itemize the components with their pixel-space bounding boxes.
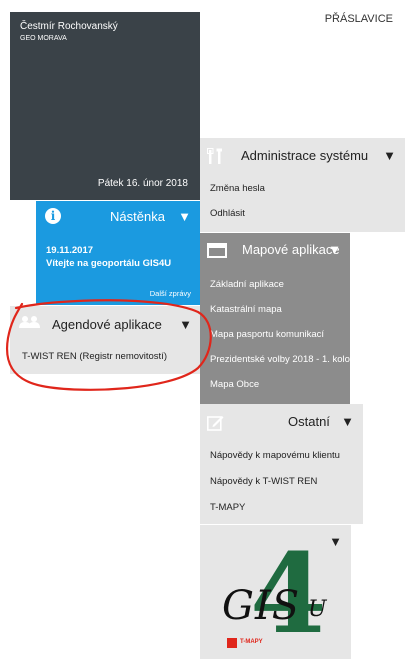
user-organization: GEO MORAVA bbox=[20, 35, 67, 42]
menu-item-change-password[interactable]: Změna hesla bbox=[210, 183, 265, 194]
noticeboard-tile: i Nástěnka ▼ 19.11.2017 Vítejte na geopo… bbox=[36, 201, 200, 305]
menu-item-presidential-election-map[interactable]: Prezidentské volby 2018 - 1. kolo bbox=[210, 354, 350, 365]
municipality-name: PŘÁSLAVICE bbox=[324, 13, 393, 25]
menu-item-map-client-help[interactable]: Nápovědy k mapovému klientu bbox=[210, 450, 340, 461]
map-applications-tile: Mapové aplikace ▼ Základní aplikace Kata… bbox=[200, 233, 350, 404]
menu-item-basic-application[interactable]: Základní aplikace bbox=[210, 279, 284, 290]
menu-item-road-passport-map[interactable]: Mapa pasportu komunikací bbox=[210, 329, 324, 340]
other-tile: Ostatní ▼ Nápovědy k mapovému klientu Ná… bbox=[200, 404, 363, 524]
logo-u-text: U bbox=[308, 597, 327, 622]
user-tile: Čestmír Rochovanský GEO MORAVA Pátek 16.… bbox=[10, 12, 200, 200]
tools-icon bbox=[207, 148, 222, 164]
menu-item-tmapy[interactable]: T-MAPY bbox=[210, 502, 245, 513]
gis4u-logo-tile: ▼ 4 GIS U T-MAPY bbox=[200, 525, 351, 659]
window-icon bbox=[207, 243, 227, 258]
news-date: 19.11.2017 bbox=[46, 245, 94, 256]
chevron-down-icon[interactable]: ▼ bbox=[383, 148, 396, 163]
chevron-down-icon[interactable]: ▼ bbox=[329, 534, 342, 549]
chevron-down-icon[interactable]: ▼ bbox=[328, 242, 341, 257]
user-name: Čestmír Rochovanský bbox=[20, 21, 118, 32]
tmapy-logo-icon bbox=[227, 638, 237, 648]
map-applications-title[interactable]: Mapové aplikace bbox=[242, 242, 340, 257]
logo-gis-text: GIS bbox=[222, 583, 301, 629]
menu-item-logout[interactable]: Odhlásit bbox=[210, 208, 245, 219]
info-icon: i bbox=[45, 208, 61, 224]
chevron-down-icon[interactable]: ▼ bbox=[178, 209, 191, 224]
noticeboard-title[interactable]: Nástěnka bbox=[110, 209, 165, 224]
current-date: Pátek 16. únor 2018 bbox=[97, 178, 188, 189]
administration-title: Administrace systému bbox=[241, 148, 369, 163]
administration-tile: Administrace systému ▼ Změna hesla Odhlá… bbox=[200, 138, 405, 219]
chevron-down-icon[interactable]: ▼ bbox=[341, 414, 354, 429]
menu-item-twist-ren-help[interactable]: Nápovědy k T-WIST REN bbox=[210, 476, 317, 487]
red-highlight-annotation bbox=[6, 299, 212, 391]
news-message[interactable]: Vítejte na geoportálu GIS4U bbox=[46, 258, 171, 269]
tmapy-logo-text: T-MAPY bbox=[240, 639, 263, 645]
administration-header[interactable]: Administrace systému ▼ bbox=[200, 138, 405, 174]
edit-icon bbox=[207, 416, 224, 431]
other-title[interactable]: Ostatní bbox=[288, 414, 330, 429]
